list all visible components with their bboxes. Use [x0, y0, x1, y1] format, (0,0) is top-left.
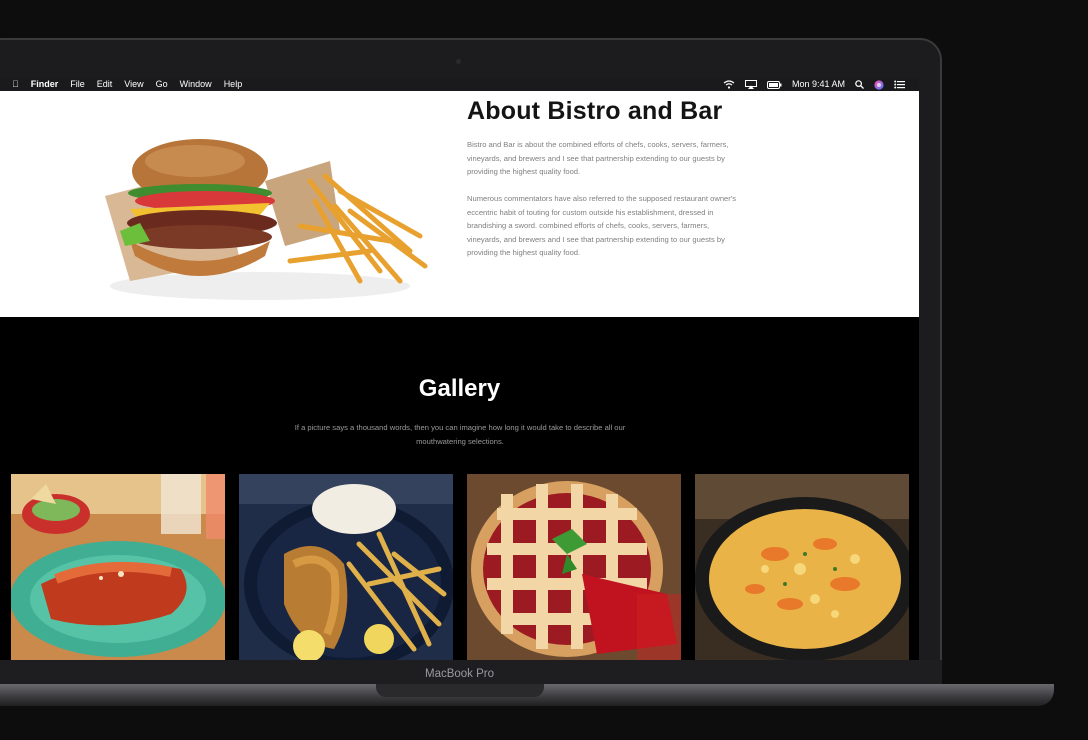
battery-icon[interactable] [766, 80, 782, 89]
siri-icon[interactable] [874, 79, 884, 90]
menu-view[interactable]: View [124, 78, 143, 91]
airplay-icon[interactable] [744, 80, 757, 89]
gallery-image-cherry-pie[interactable] [467, 474, 681, 660]
gallery-subtitle: If a picture says a thousand words, then… [294, 423, 626, 446]
device-label: MacBook Pro [424, 668, 495, 680]
gallery-image-burrito[interactable] [11, 474, 225, 660]
apple-menu-icon[interactable]:  [12, 78, 19, 91]
burger-and-fries-image [105, 139, 428, 300]
menu-finder[interactable]: Finder [31, 78, 59, 91]
menu-clock[interactable]: Mon 9:41 AM [792, 78, 845, 91]
wifi-icon[interactable] [723, 80, 735, 89]
menu-file[interactable]: File [70, 78, 85, 91]
screen:  Finder File Edit View Go Window Help M… [0, 78, 919, 660]
menu-window[interactable]: Window [180, 78, 212, 91]
gallery-image-mac-and-cheese[interactable] [695, 474, 909, 660]
about-section: About Bistro and Bar Bistro and Bar is a… [0, 91, 919, 317]
camera-icon [456, 59, 461, 64]
about-title: About Bistro and Bar [467, 97, 723, 125]
gallery-image-fried-fish[interactable] [239, 474, 453, 660]
control-center-icon[interactable] [894, 80, 905, 89]
about-paragraph-1: Bistro and Bar is about the combined eff… [467, 140, 729, 176]
about-paragraph-2: Numerous commentators have also referred… [467, 194, 737, 257]
gallery-title: Gallery [418, 375, 501, 402]
menu-edit[interactable]: Edit [97, 78, 113, 91]
menu-help[interactable]: Help [224, 78, 243, 91]
laptop-notch [376, 684, 544, 697]
menu-bar:  Finder File Edit View Go Window Help M… [0, 78, 919, 91]
search-icon[interactable] [855, 80, 864, 89]
menu-go[interactable]: Go [156, 78, 168, 91]
